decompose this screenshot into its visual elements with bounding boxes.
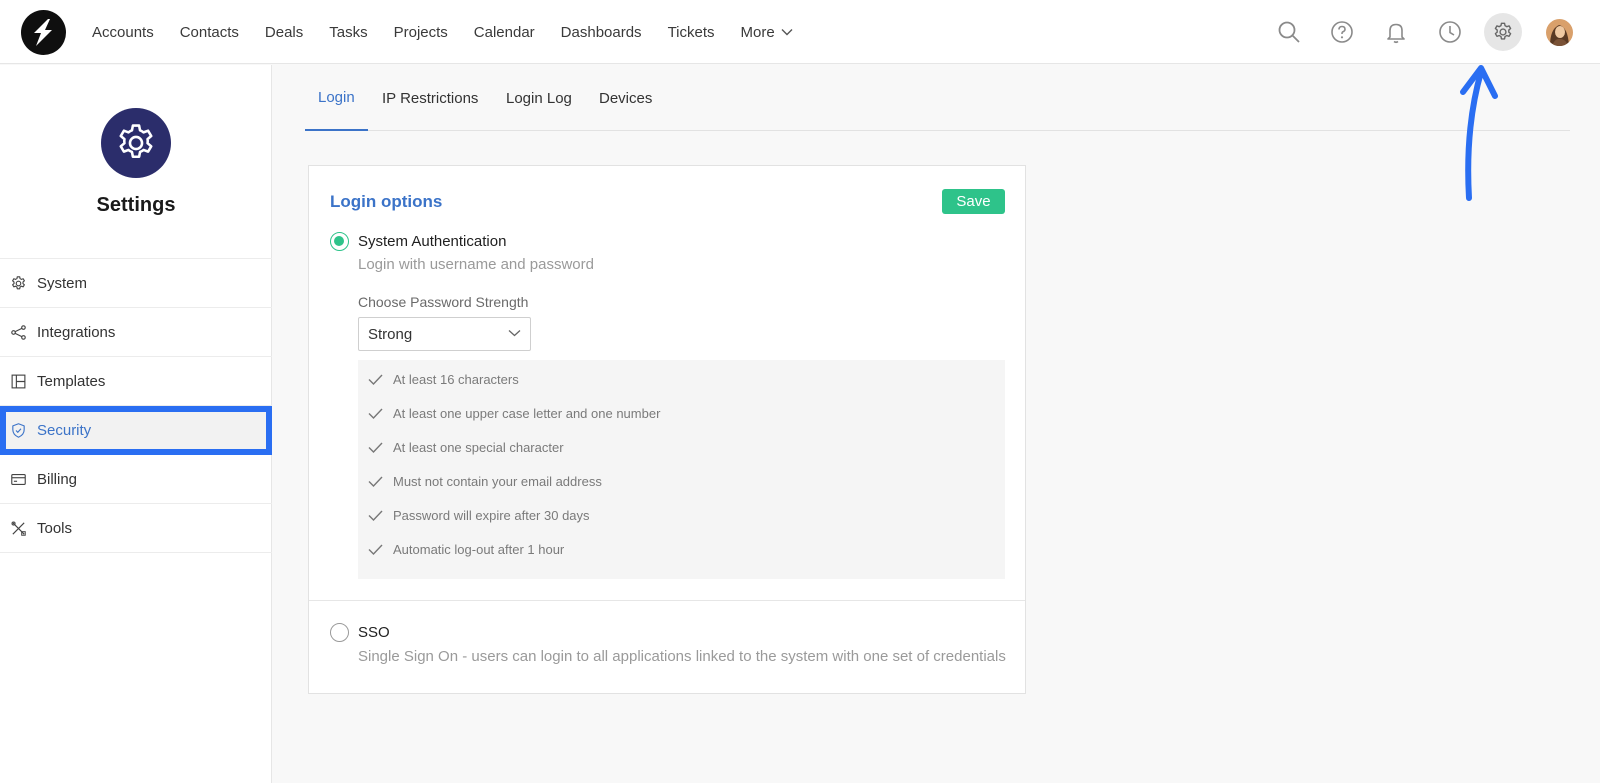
nav-deals[interactable]: Deals: [265, 24, 303, 41]
card-title: Login options: [330, 192, 443, 211]
shield-icon: [10, 422, 27, 439]
password-strength-value: Strong: [368, 325, 413, 343]
list-item: At least one special character: [368, 437, 564, 457]
help-button[interactable]: [1323, 13, 1361, 51]
settings-badge: [101, 108, 171, 178]
settings-menu: System Integrations Templates Security B…: [0, 258, 272, 553]
notifications-button[interactable]: [1377, 13, 1415, 51]
share-icon: [10, 324, 27, 341]
rule-text: At least one special character: [393, 439, 564, 455]
sidebar-item-security[interactable]: Security: [0, 406, 272, 455]
nav-calendar[interactable]: Calendar: [474, 24, 535, 41]
sidebar-item-label: Billing: [37, 470, 78, 488]
list-item: Password will expire after 30 days: [368, 505, 590, 525]
rule-text: At least 16 characters: [393, 371, 519, 387]
gear-icon: [119, 124, 153, 159]
sidebar-item-system[interactable]: System: [0, 259, 272, 308]
user-avatar[interactable]: [1546, 19, 1573, 46]
password-rules-list: At least 16 characters At least one uppe…: [358, 360, 1005, 579]
password-strength-label: Choose Password Strength: [358, 294, 529, 310]
password-strength-select[interactable]: Strong: [358, 317, 531, 351]
divider: [309, 600, 1025, 601]
check-icon: [368, 544, 384, 555]
top-navigation-bar: Accounts Contacts Deals Tasks Projects C…: [0, 0, 1600, 64]
template-icon: [10, 373, 27, 390]
list-item: Must not contain your email address: [368, 471, 602, 491]
sidebar-item-billing[interactable]: Billing: [0, 455, 272, 504]
gear-icon: [10, 275, 27, 292]
sidebar-item-label: Templates: [37, 372, 106, 390]
nav-tasks[interactable]: Tasks: [329, 24, 367, 41]
nav-dashboards[interactable]: Dashboards: [561, 24, 642, 41]
sidebar-title: Settings: [96, 194, 176, 216]
chevron-down-icon: [781, 29, 793, 36]
recent-activity-button[interactable]: [1431, 13, 1469, 51]
check-icon: [368, 510, 384, 521]
search-icon: [1278, 21, 1300, 43]
nav-accounts[interactable]: Accounts: [92, 24, 154, 41]
check-icon: [368, 476, 384, 487]
sidebar-item-integrations[interactable]: Integrations: [0, 308, 272, 357]
clock-icon: [1439, 21, 1461, 43]
tools-icon: [10, 520, 27, 537]
check-icon: [368, 374, 384, 385]
nav-more-label: More: [740, 23, 775, 41]
rule-text: Password will expire after 30 days: [393, 507, 590, 523]
system-auth-radio[interactable]: [330, 232, 349, 251]
nav-contacts[interactable]: Contacts: [180, 24, 239, 41]
rule-text: Must not contain your email address: [393, 473, 602, 489]
sso-description: Single Sign On - users can login to all …: [358, 648, 1006, 665]
gear-icon: [1494, 22, 1512, 40]
sidebar-item-templates[interactable]: Templates: [0, 357, 272, 406]
search-button[interactable]: [1270, 13, 1308, 51]
sso-label[interactable]: SSO: [358, 624, 390, 641]
chevron-down-icon: [508, 330, 521, 337]
settings-sidebar: Settings System Integrations Templates S…: [0, 65, 272, 783]
sidebar-item-label: Tools: [37, 519, 73, 537]
help-icon: [1331, 21, 1353, 43]
rule-text: At least one upper case letter and one n…: [393, 405, 661, 421]
settings-button[interactable]: [1484, 13, 1522, 51]
tab-login-log[interactable]: Login Log: [506, 65, 572, 131]
sso-radio[interactable]: [330, 623, 349, 642]
tab-devices[interactable]: Devices: [599, 65, 652, 131]
security-tabs: Login IP Restrictions Login Log Devices: [305, 65, 1570, 131]
sidebar-item-label: Integrations: [37, 323, 116, 341]
card-icon: [10, 471, 27, 488]
annotation-arrow-icon: [1460, 65, 1498, 201]
rule-text: Automatic log-out after 1 hour: [393, 541, 565, 557]
list-item: At least one upper case letter and one n…: [368, 403, 660, 423]
avatar-image: [1546, 19, 1573, 46]
tab-login[interactable]: Login: [305, 65, 368, 131]
sidebar-item-label: System: [37, 274, 88, 292]
system-auth-label[interactable]: System Authentication: [358, 233, 506, 250]
tab-ip-restrictions[interactable]: IP Restrictions: [382, 65, 478, 131]
login-options-card: Login options Save System Authentication…: [308, 165, 1026, 694]
app-logo[interactable]: [21, 10, 66, 55]
main-nav: Accounts Contacts Deals Tasks Projects C…: [92, 0, 819, 64]
list-item: Automatic log-out after 1 hour: [368, 539, 564, 559]
nav-tickets[interactable]: Tickets: [668, 24, 715, 41]
sidebar-item-tools[interactable]: Tools: [0, 504, 272, 553]
system-auth-description: Login with username and password: [358, 256, 594, 273]
logo-mark-icon: [34, 19, 52, 46]
save-button[interactable]: Save: [942, 189, 1005, 214]
check-icon: [368, 442, 384, 453]
check-icon: [368, 408, 384, 419]
nav-more[interactable]: More: [741, 24, 793, 41]
nav-projects[interactable]: Projects: [394, 24, 448, 41]
bell-icon: [1387, 23, 1405, 44]
list-item: At least 16 characters: [368, 369, 519, 389]
sidebar-item-label: Security: [37, 421, 92, 439]
